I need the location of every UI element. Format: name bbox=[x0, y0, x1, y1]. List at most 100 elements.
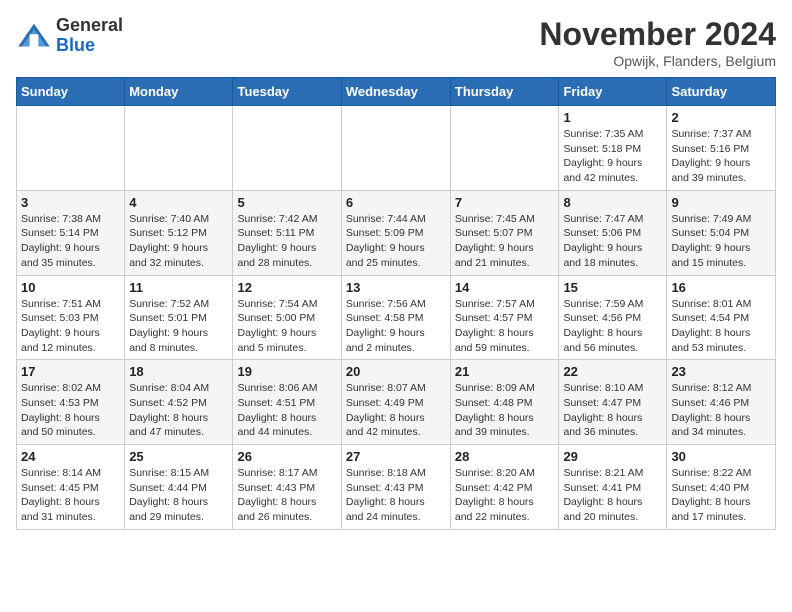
calendar-cell: 8 Sunrise: 7:47 AM Sunset: 5:06 PM Daylig… bbox=[559, 190, 667, 275]
day-info: Sunrise: 8:18 AM Sunset: 4:43 PM Dayligh… bbox=[346, 466, 446, 525]
calendar-cell bbox=[341, 106, 450, 191]
day-number: 9 bbox=[671, 195, 771, 210]
location: Opwijk, Flanders, Belgium bbox=[539, 53, 776, 69]
calendar-cell: 27 Sunrise: 8:18 AM Sunset: 4:43 PM Dayli… bbox=[341, 445, 450, 530]
calendar-cell: 5 Sunrise: 7:42 AM Sunset: 5:11 PM Daylig… bbox=[233, 190, 341, 275]
calendar-week-row: 17Sunrise: 8:02 AM Sunset: 4:53 PM Dayli… bbox=[17, 360, 776, 445]
day-info: Sunrise: 8:04 AM Sunset: 4:52 PM Dayligh… bbox=[129, 381, 228, 440]
day-number: 13 bbox=[346, 280, 446, 295]
day-number: 19 bbox=[237, 364, 336, 379]
day-info: Sunrise: 8:17 AM Sunset: 4:43 PM Dayligh… bbox=[237, 466, 336, 525]
calendar-header-row: SundayMondayTuesdayWednesdayThursdayFrid… bbox=[17, 78, 776, 106]
day-of-week-header: Friday bbox=[559, 78, 667, 106]
calendar-cell: 28 Sunrise: 8:20 AM Sunset: 4:42 PM Dayli… bbox=[450, 445, 559, 530]
day-info: Sunrise: 8:12 AM Sunset: 4:46 PM Dayligh… bbox=[671, 381, 771, 440]
calendar-cell: 1 Sunrise: 7:35 AM Sunset: 5:18 PM Daylig… bbox=[559, 106, 667, 191]
day-number: 30 bbox=[671, 449, 771, 464]
day-number: 6 bbox=[346, 195, 446, 210]
calendar-cell bbox=[17, 106, 125, 191]
calendar: SundayMondayTuesdayWednesdayThursdayFrid… bbox=[16, 77, 776, 530]
day-number: 11 bbox=[129, 280, 228, 295]
day-number: 22 bbox=[563, 364, 662, 379]
calendar-cell: 29 Sunrise: 8:21 AM Sunset: 4:41 PM Dayli… bbox=[559, 445, 667, 530]
calendar-week-row: 24 Sunrise: 8:14 AM Sunset: 4:45 PM Dayli… bbox=[17, 445, 776, 530]
day-number: 2 bbox=[671, 110, 771, 125]
day-info: Sunrise: 7:37 AM Sunset: 5:16 PM Dayligh… bbox=[671, 127, 771, 186]
logo-general: General bbox=[56, 15, 123, 35]
calendar-cell: 16Sunrise: 8:01 AM Sunset: 4:54 PM Dayli… bbox=[667, 275, 776, 360]
day-info: Sunrise: 7:57 AM Sunset: 4:57 PM Dayligh… bbox=[455, 297, 555, 356]
day-number: 15 bbox=[563, 280, 662, 295]
day-info: Sunrise: 8:14 AM Sunset: 4:45 PM Dayligh… bbox=[21, 466, 120, 525]
day-number: 20 bbox=[346, 364, 446, 379]
calendar-cell: 4 Sunrise: 7:40 AM Sunset: 5:12 PM Daylig… bbox=[125, 190, 233, 275]
calendar-cell: 25 Sunrise: 8:15 AM Sunset: 4:44 PM Dayli… bbox=[125, 445, 233, 530]
day-info: Sunrise: 8:06 AM Sunset: 4:51 PM Dayligh… bbox=[237, 381, 336, 440]
day-number: 27 bbox=[346, 449, 446, 464]
day-info: Sunrise: 8:20 AM Sunset: 4:42 PM Dayligh… bbox=[455, 466, 555, 525]
day-info: Sunrise: 7:47 AM Sunset: 5:06 PM Dayligh… bbox=[563, 212, 662, 271]
day-of-week-header: Thursday bbox=[450, 78, 559, 106]
day-number: 28 bbox=[455, 449, 555, 464]
calendar-cell: 6 Sunrise: 7:44 AM Sunset: 5:09 PM Daylig… bbox=[341, 190, 450, 275]
calendar-week-row: 10 Sunrise: 7:51 AM Sunset: 5:03 PM Dayli… bbox=[17, 275, 776, 360]
day-of-week-header: Monday bbox=[125, 78, 233, 106]
calendar-cell: 3Sunrise: 7:38 AM Sunset: 5:14 PM Daylig… bbox=[17, 190, 125, 275]
calendar-cell: 12 Sunrise: 7:54 AM Sunset: 5:00 PM Dayli… bbox=[233, 275, 341, 360]
logo-text: General Blue bbox=[56, 16, 123, 56]
calendar-cell: 15 Sunrise: 7:59 AM Sunset: 4:56 PM Dayli… bbox=[559, 275, 667, 360]
day-info: Sunrise: 7:35 AM Sunset: 5:18 PM Dayligh… bbox=[563, 127, 662, 186]
day-info: Sunrise: 7:56 AM Sunset: 4:58 PM Dayligh… bbox=[346, 297, 446, 356]
day-number: 26 bbox=[237, 449, 336, 464]
calendar-cell: 11Sunrise: 7:52 AM Sunset: 5:01 PM Dayli… bbox=[125, 275, 233, 360]
calendar-cell: 24 Sunrise: 8:14 AM Sunset: 4:45 PM Dayli… bbox=[17, 445, 125, 530]
day-number: 18 bbox=[129, 364, 228, 379]
day-number: 25 bbox=[129, 449, 228, 464]
calendar-cell: 17Sunrise: 8:02 AM Sunset: 4:53 PM Dayli… bbox=[17, 360, 125, 445]
logo-blue: Blue bbox=[56, 35, 95, 55]
calendar-cell: 14Sunrise: 7:57 AM Sunset: 4:57 PM Dayli… bbox=[450, 275, 559, 360]
logo-icon bbox=[16, 22, 52, 50]
day-info: Sunrise: 7:49 AM Sunset: 5:04 PM Dayligh… bbox=[671, 212, 771, 271]
day-number: 23 bbox=[671, 364, 771, 379]
calendar-cell bbox=[450, 106, 559, 191]
day-number: 12 bbox=[237, 280, 336, 295]
calendar-cell: 13 Sunrise: 7:56 AM Sunset: 4:58 PM Dayli… bbox=[341, 275, 450, 360]
day-info: Sunrise: 8:21 AM Sunset: 4:41 PM Dayligh… bbox=[563, 466, 662, 525]
day-number: 10 bbox=[21, 280, 120, 295]
day-number: 5 bbox=[237, 195, 336, 210]
day-info: Sunrise: 7:54 AM Sunset: 5:00 PM Dayligh… bbox=[237, 297, 336, 356]
day-number: 4 bbox=[129, 195, 228, 210]
title-area: November 2024 Opwijk, Flanders, Belgium bbox=[539, 16, 776, 69]
calendar-cell: 23 Sunrise: 8:12 AM Sunset: 4:46 PM Dayli… bbox=[667, 360, 776, 445]
day-info: Sunrise: 8:15 AM Sunset: 4:44 PM Dayligh… bbox=[129, 466, 228, 525]
calendar-cell: 2 Sunrise: 7:37 AM Sunset: 5:16 PM Daylig… bbox=[667, 106, 776, 191]
day-number: 8 bbox=[563, 195, 662, 210]
day-info: Sunrise: 7:59 AM Sunset: 4:56 PM Dayligh… bbox=[563, 297, 662, 356]
month-title: November 2024 bbox=[539, 16, 776, 53]
day-info: Sunrise: 7:51 AM Sunset: 5:03 PM Dayligh… bbox=[21, 297, 120, 356]
day-info: Sunrise: 7:40 AM Sunset: 5:12 PM Dayligh… bbox=[129, 212, 228, 271]
day-info: Sunrise: 7:38 AM Sunset: 5:14 PM Dayligh… bbox=[21, 212, 120, 271]
day-number: 1 bbox=[563, 110, 662, 125]
calendar-cell: 30 Sunrise: 8:22 AM Sunset: 4:40 PM Dayli… bbox=[667, 445, 776, 530]
day-info: Sunrise: 7:45 AM Sunset: 5:07 PM Dayligh… bbox=[455, 212, 555, 271]
day-number: 17 bbox=[21, 364, 120, 379]
calendar-cell: 19 Sunrise: 8:06 AM Sunset: 4:51 PM Dayli… bbox=[233, 360, 341, 445]
day-info: Sunrise: 7:44 AM Sunset: 5:09 PM Dayligh… bbox=[346, 212, 446, 271]
day-info: Sunrise: 8:22 AM Sunset: 4:40 PM Dayligh… bbox=[671, 466, 771, 525]
day-of-week-header: Tuesday bbox=[233, 78, 341, 106]
calendar-week-row: 3Sunrise: 7:38 AM Sunset: 5:14 PM Daylig… bbox=[17, 190, 776, 275]
calendar-cell bbox=[125, 106, 233, 191]
calendar-cell bbox=[233, 106, 341, 191]
day-info: Sunrise: 8:09 AM Sunset: 4:48 PM Dayligh… bbox=[455, 381, 555, 440]
logo: General Blue bbox=[16, 16, 123, 56]
day-info: Sunrise: 8:10 AM Sunset: 4:47 PM Dayligh… bbox=[563, 381, 662, 440]
day-number: 29 bbox=[563, 449, 662, 464]
day-of-week-header: Wednesday bbox=[341, 78, 450, 106]
day-info: Sunrise: 7:42 AM Sunset: 5:11 PM Dayligh… bbox=[237, 212, 336, 271]
calendar-cell: 20Sunrise: 8:07 AM Sunset: 4:49 PM Dayli… bbox=[341, 360, 450, 445]
day-number: 24 bbox=[21, 449, 120, 464]
header: General Blue November 2024 Opwijk, Fland… bbox=[16, 16, 776, 69]
calendar-cell: 10 Sunrise: 7:51 AM Sunset: 5:03 PM Dayli… bbox=[17, 275, 125, 360]
